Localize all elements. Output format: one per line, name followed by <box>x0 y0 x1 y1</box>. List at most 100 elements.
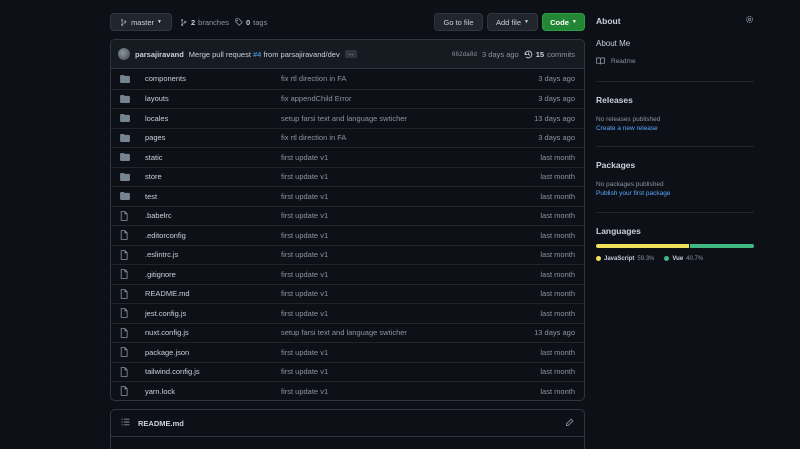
tags-link[interactable]: 0 tags <box>235 13 267 31</box>
divider <box>596 146 754 147</box>
commit-message[interactable]: Merge pull request #4 from parsajiravand… <box>189 50 340 59</box>
file-name[interactable]: .gitignore <box>145 270 281 279</box>
file-name[interactable]: test <box>145 192 281 201</box>
commit-sha[interactable]: 662da8d <box>452 51 477 58</box>
commits-count: 15 <box>535 49 545 59</box>
file-commit-message[interactable]: first update v1 <box>281 231 495 240</box>
file-name[interactable]: components <box>145 74 281 83</box>
file-icon <box>120 210 137 221</box>
table-row[interactable]: .gitignore first update v1 last month <box>111 264 584 284</box>
language-item[interactable]: Vue 40.7% <box>664 256 703 262</box>
table-row[interactable]: yarn.lock first update v1 last month <box>111 381 584 400</box>
commit-author[interactable]: parsajiravand <box>135 50 184 59</box>
file-commit-message[interactable]: setup farsi text and language swticher <box>281 114 495 123</box>
table-row[interactable]: .babelrc first update v1 last month <box>111 205 584 226</box>
language-name: Vue <box>672 255 684 262</box>
divider <box>596 212 754 213</box>
tags-label: tags <box>253 17 268 27</box>
file-name[interactable]: nuxt.config.js <box>145 328 281 337</box>
file-commit-message[interactable]: fix rtl direction in FA <box>281 74 495 83</box>
table-row[interactable]: package.json first update v1 last month <box>111 342 584 362</box>
file-name[interactable]: package.json <box>145 348 281 357</box>
pencil-icon[interactable] <box>565 418 574 429</box>
table-row[interactable]: .editorconfig first update v1 last month <box>111 225 584 245</box>
language-name: JavaScript <box>604 255 635 262</box>
file-commit-message[interactable]: first update v1 <box>281 192 495 201</box>
file-commit-date: last month <box>540 250 575 260</box>
file-name[interactable]: locales <box>145 114 281 123</box>
file-name[interactable]: pages <box>145 133 281 142</box>
file-name[interactable]: README.md <box>145 289 281 298</box>
file-icon <box>120 249 137 260</box>
readme-title: README.md <box>138 418 184 428</box>
file-name[interactable]: .babelrc <box>145 211 281 220</box>
file-name[interactable]: static <box>145 153 281 162</box>
table-row[interactable]: store first update v1 last month <box>111 166 584 187</box>
language-item[interactable]: JavaScript 59.3% <box>596 256 654 262</box>
file-icon <box>120 327 137 338</box>
add-file-button[interactable]: Add file ▼ <box>487 13 538 31</box>
file-icon <box>120 288 137 299</box>
file-commit-date: last month <box>540 367 575 377</box>
expand-commit-button[interactable]: … <box>344 50 357 58</box>
go-to-file-button[interactable]: Go to file <box>434 13 483 31</box>
pull-request-link[interactable]: #4 <box>253 50 261 59</box>
file-commit-message[interactable]: first update v1 <box>281 153 495 162</box>
divider <box>596 81 754 82</box>
table-row[interactable]: nuxt.config.js setup farsi text and langu… <box>111 322 584 343</box>
file-commit-date: last month <box>540 172 575 182</box>
table-row[interactable]: components fix rtl direction in FA 3 days … <box>111 69 584 89</box>
branch-selector-button[interactable]: master ▼ <box>110 13 172 31</box>
file-name[interactable]: layouts <box>145 94 281 103</box>
file-commit-message[interactable]: first update v1 <box>281 270 495 279</box>
chevron-down-icon: ▼ <box>524 19 529 25</box>
table-row[interactable]: layouts fix appendChild Error 3 days ago <box>111 88 584 109</box>
file-commit-message[interactable]: first update v1 <box>281 348 495 357</box>
chevron-down-icon: ▼ <box>156 19 162 25</box>
file-name[interactable]: store <box>145 172 281 181</box>
file-commit-date: last month <box>540 289 575 299</box>
file-commit-message[interactable]: first update v1 <box>281 367 495 376</box>
table-row[interactable]: .eslintrc.js first update v1 last month <box>111 244 584 265</box>
file-name[interactable]: .editorconfig <box>145 231 281 240</box>
file-name[interactable]: jest.config.js <box>145 309 281 318</box>
file-commit-message[interactable]: first update v1 <box>281 172 495 181</box>
commits-link[interactable]: 15 commits <box>524 50 575 59</box>
file-name[interactable]: yarn.lock <box>145 387 281 396</box>
packages-title[interactable]: Packages <box>596 160 754 170</box>
table-row[interactable]: README.md first update v1 last month <box>111 283 584 304</box>
file-commit-message[interactable]: first update v1 <box>281 289 495 298</box>
table-row[interactable]: tailwind.config.js first update v1 last mo… <box>111 361 584 382</box>
file-commit-message[interactable]: setup farsi text and language swticher <box>281 328 495 337</box>
file-commit-message[interactable]: first update v1 <box>281 250 495 259</box>
table-row[interactable]: test first update v1 last month <box>111 186 584 206</box>
code-button[interactable]: Code ▼ <box>542 13 585 31</box>
file-commit-message[interactable]: fix appendChild Error <box>281 94 495 103</box>
file-name[interactable]: tailwind.config.js <box>145 367 281 376</box>
create-release-link[interactable]: Create a new release <box>596 125 754 132</box>
table-row[interactable]: static first update v1 last month <box>111 147 584 167</box>
publish-package-link[interactable]: Publish your first package <box>596 190 754 197</box>
language-color-dot <box>596 256 601 261</box>
table-row[interactable]: jest.config.js first update v1 last month <box>111 303 584 323</box>
file-list: components fix rtl direction in FA 3 days … <box>111 69 584 400</box>
language-bar-segment <box>596 244 690 248</box>
file-commit-message[interactable]: fix rtl direction in FA <box>281 133 495 142</box>
file-commit-date: last month <box>540 347 575 357</box>
readme-link[interactable]: Readme <box>596 57 754 65</box>
languages-section: Languages JavaScript 59.3% Vue 40.7% <box>596 226 754 263</box>
gear-icon[interactable] <box>745 15 754 26</box>
releases-title[interactable]: Releases <box>596 95 754 105</box>
file-commit-message[interactable]: first update v1 <box>281 309 495 318</box>
avatar[interactable] <box>118 48 130 60</box>
file-name[interactable]: .eslintrc.js <box>145 250 281 259</box>
table-row[interactable]: pages fix rtl direction in FA 3 days ago <box>111 127 584 148</box>
repo-toolbar: master ▼ 2 branches 0 tags Go to file Ad… <box>110 13 585 32</box>
branch-icon <box>121 18 127 26</box>
branches-link[interactable]: 2 branches <box>180 13 229 31</box>
file-commit-message[interactable]: first update v1 <box>281 211 495 220</box>
list-icon[interactable] <box>121 418 130 428</box>
table-row[interactable]: locales setup farsi text and language swt… <box>111 108 584 128</box>
file-commit-message[interactable]: first update v1 <box>281 387 495 396</box>
tags-count: 0 <box>246 17 251 27</box>
